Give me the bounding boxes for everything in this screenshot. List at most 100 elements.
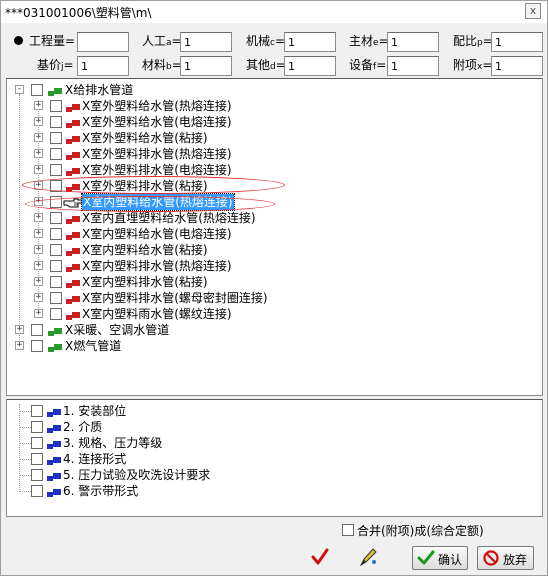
- expand-toggle[interactable]: +: [34, 165, 43, 174]
- expand-toggle[interactable]: +: [34, 117, 43, 126]
- list-label: 6. 警示带形式: [63, 484, 139, 498]
- attr-checkbox[interactable]: [31, 469, 43, 481]
- merge-checkbox[interactable]: [342, 524, 354, 536]
- tree-item[interactable]: + X室内塑料排水管(螺母密封圈连接): [7, 290, 527, 306]
- title-bar: ***031001006\塑料管\m\ x: [1, 1, 547, 23]
- tree-item[interactable]: + X室外塑料给水管(热熔连接): [7, 98, 527, 114]
- confirm-button-label: 确认: [438, 553, 463, 567]
- list-item[interactable]: 2. 介质: [7, 419, 527, 435]
- tree-checkbox[interactable]: [50, 212, 62, 224]
- tree-checkbox[interactable]: [31, 84, 43, 96]
- labor-input[interactable]: 1: [180, 32, 232, 52]
- tree-checkbox[interactable]: [50, 228, 62, 240]
- pipe-item-icon: [66, 280, 80, 288]
- other-label-sub: d: [270, 62, 276, 72]
- base-price-label: 基价j=: [37, 58, 74, 72]
- tree-checkbox[interactable]: [50, 132, 62, 144]
- expand-toggle[interactable]: +: [34, 101, 43, 110]
- expand-toggle[interactable]: +: [15, 325, 24, 334]
- tree-item[interactable]: + X室内塑料给水管(粘接): [7, 242, 527, 258]
- tree-checkbox[interactable]: [50, 244, 62, 256]
- expand-toggle[interactable]: +: [34, 213, 43, 222]
- expand-toggle[interactable]: +: [34, 261, 43, 270]
- tree-label: X燃气管道: [65, 339, 122, 353]
- pipe-group-icon: [48, 344, 62, 352]
- expand-toggle[interactable]: +: [34, 245, 43, 254]
- tree-group-water[interactable]: - X给排水管道: [7, 82, 527, 98]
- attr-checkbox[interactable]: [31, 485, 43, 497]
- list-item[interactable]: 4. 连接形式: [7, 451, 527, 467]
- equipment-label: 设备f=: [349, 58, 387, 72]
- tree-checkbox[interactable]: [50, 292, 62, 304]
- tree-checkbox[interactable]: [50, 276, 62, 288]
- labor-label-text: 人工: [142, 34, 167, 48]
- machine-input[interactable]: 1: [284, 32, 336, 52]
- expand-toggle[interactable]: +: [34, 277, 43, 286]
- list-item[interactable]: 5. 压力试验及吹洗设计要求: [7, 467, 527, 483]
- tree-item[interactable]: + X室内塑料雨水管(螺纹连接): [7, 306, 527, 322]
- tree-checkbox[interactable]: [50, 260, 62, 272]
- item-tree[interactable]: - X给排水管道 + X室外塑料给水管(热熔连接) + X室外塑料给水管(电熔连…: [6, 78, 543, 396]
- extra-item-label: 附项x=: [453, 58, 493, 72]
- attribute-icon: [47, 457, 61, 465]
- confirm-check-icon: [417, 550, 435, 565]
- tree-checkbox[interactable]: [50, 116, 62, 128]
- tree-connector: [19, 459, 31, 460]
- tree-checkbox[interactable]: [31, 340, 43, 352]
- expand-toggle[interactable]: +: [34, 293, 43, 302]
- ratio-input[interactable]: 1: [491, 32, 543, 52]
- close-button[interactable]: x: [525, 3, 541, 19]
- material-input[interactable]: 1: [180, 56, 232, 76]
- pipe-item-icon: [66, 264, 80, 272]
- ratio-label-text: 配比: [453, 34, 478, 48]
- tree-checkbox[interactable]: [31, 324, 43, 336]
- tree-checkbox[interactable]: [50, 308, 62, 320]
- tree-item[interactable]: + X室外塑料给水管(电熔连接): [7, 114, 527, 130]
- attribute-icon: [47, 489, 61, 497]
- edit-pen-icon[interactable]: [357, 546, 379, 568]
- list-item[interactable]: 3. 规格、压力等级: [7, 435, 527, 451]
- tree-connector: [19, 443, 31, 444]
- attr-checkbox[interactable]: [31, 453, 43, 465]
- tree-item[interactable]: + X室外塑料排水管(电熔连接): [7, 162, 527, 178]
- tree-group-hvac[interactable]: + X采暖、空调水管道: [7, 322, 527, 338]
- machine-label: 机械c=: [246, 34, 286, 48]
- equipment-input[interactable]: 1: [387, 56, 439, 76]
- other-input[interactable]: 1: [284, 56, 336, 76]
- tree-item[interactable]: + X室内塑料排水管(粘接): [7, 274, 527, 290]
- tree-label: X室内直埋塑料给水管(热熔连接): [82, 211, 256, 225]
- tree-group-gas[interactable]: + X燃气管道: [7, 338, 527, 354]
- extra-item-input[interactable]: 1: [491, 56, 543, 76]
- checkmark-icon[interactable]: [309, 546, 331, 568]
- bullet-icon: [14, 36, 23, 45]
- tree-item[interactable]: + X室内直埋塑料给水管(热熔连接): [7, 210, 527, 226]
- expand-toggle[interactable]: +: [34, 149, 43, 158]
- tree-item[interactable]: + X室内塑料给水管(电熔连接): [7, 226, 527, 242]
- expand-toggle[interactable]: +: [34, 133, 43, 142]
- tree-item[interactable]: + X室外塑料给水管(粘接): [7, 130, 527, 146]
- confirm-button[interactable]: 确认: [412, 546, 468, 570]
- feature-list[interactable]: 1. 安装部位 2. 介质 3. 规格、压力等级 4. 连接形式 5. 压力试验…: [6, 399, 543, 517]
- tree-checkbox[interactable]: [50, 100, 62, 112]
- base-price-input[interactable]: 1: [77, 56, 129, 76]
- annotation-ellipse: [22, 176, 285, 194]
- pipe-item-icon: [66, 232, 80, 240]
- list-item[interactable]: 1. 安装部位: [7, 403, 527, 419]
- tree-item[interactable]: + X室内塑料排水管(热熔连接): [7, 258, 527, 274]
- tree-label: X室内塑料雨水管(螺纹连接): [82, 307, 232, 321]
- quantity-input[interactable]: [77, 32, 129, 52]
- collapse-toggle[interactable]: -: [15, 85, 24, 94]
- tree-checkbox[interactable]: [50, 164, 62, 176]
- expand-toggle[interactable]: +: [34, 229, 43, 238]
- tree-item[interactable]: + X室外塑料排水管(热熔连接): [7, 146, 527, 162]
- attr-checkbox[interactable]: [31, 437, 43, 449]
- attr-checkbox[interactable]: [31, 405, 43, 417]
- cancel-button[interactable]: 放弃: [477, 546, 534, 570]
- tree-checkbox[interactable]: [50, 148, 62, 160]
- attr-checkbox[interactable]: [31, 421, 43, 433]
- expand-toggle[interactable]: +: [34, 309, 43, 318]
- expand-toggle[interactable]: +: [15, 341, 24, 350]
- list-item[interactable]: 6. 警示带形式: [7, 483, 527, 499]
- attribute-icon: [47, 409, 61, 417]
- main-material-input[interactable]: 1: [387, 32, 439, 52]
